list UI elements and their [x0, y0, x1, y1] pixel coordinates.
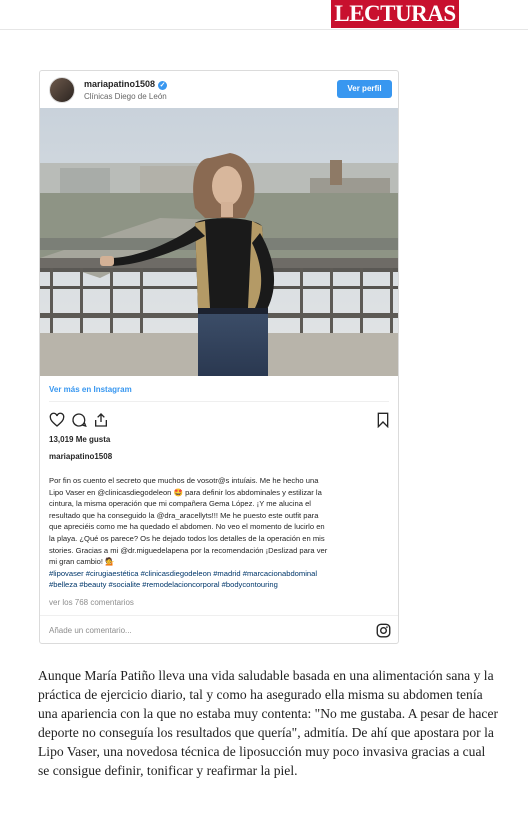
post-location[interactable]: Clínicas Diego de León — [84, 92, 167, 101]
instagram-icon[interactable] — [376, 623, 391, 638]
photo-illustration — [40, 108, 398, 376]
verified-icon: ✓ — [158, 81, 168, 90]
heart-icon[interactable] — [49, 412, 65, 428]
caption-line: stories. Gracias a mi @dr.miguedelapena … — [49, 545, 328, 555]
hashtags-line[interactable]: #lipovaser #cirugiaestética #clinicasdie… — [49, 568, 389, 580]
view-comments-link[interactable]: ver los 768 comentarios — [49, 598, 134, 607]
username-text[interactable]: mariapatino1508 — [84, 79, 155, 89]
view-profile-button[interactable]: Ver perfil — [337, 80, 392, 98]
caption-line: cintura, la misma operación que mi compa… — [49, 499, 311, 509]
lecturas-logo[interactable]: LECTURAS — [331, 0, 459, 28]
post-header: mariapatino1508 ✓ Clínicas Diego de León … — [40, 71, 398, 109]
post-username[interactable]: mariapatino1508 ✓ — [84, 79, 168, 90]
post-caption: Por fin os cuento el secreto que muchos … — [49, 475, 389, 591]
see-more-instagram-link[interactable]: Ver más en Instagram — [49, 385, 132, 394]
comment-icon[interactable] — [71, 412, 87, 428]
add-comment-input[interactable]: Añade un comentario... — [49, 626, 132, 635]
divider — [49, 401, 389, 402]
divider — [40, 615, 398, 616]
caption-line: mi gran cambio! 💁 — [49, 557, 115, 567]
caption-line: Lipo Vaser en @clinicasdiegodeleon 🤩 par… — [49, 487, 322, 497]
instagram-embed: mariapatino1508 ✓ Clínicas Diego de León … — [39, 70, 399, 644]
post-photo[interactable] — [40, 108, 398, 376]
caption-username[interactable]: mariapatino1508 — [49, 452, 112, 461]
avatar[interactable] — [49, 77, 75, 103]
likes-count[interactable]: 13,019 Me gusta — [49, 435, 110, 444]
bookmark-icon[interactable] — [375, 412, 391, 428]
article-paragraph: Aunque María Patiño lleva una vida salud… — [38, 668, 499, 779]
caption-line: la playa. ¿Qué os parece? Os he dejado t… — [49, 533, 325, 543]
hashtags-line[interactable]: #belleza #beauty #socialite #remodelacio… — [49, 579, 389, 591]
caption-line: que apreciéis como me ha quedado el abdo… — [49, 522, 325, 532]
caption-line: resultado que ha conseguido la @dra_arac… — [49, 510, 319, 520]
caption-line: Por fin os cuento el secreto que muchos … — [49, 476, 319, 485]
site-header: LECTURAS — [0, 0, 528, 30]
share-icon[interactable] — [93, 412, 109, 428]
